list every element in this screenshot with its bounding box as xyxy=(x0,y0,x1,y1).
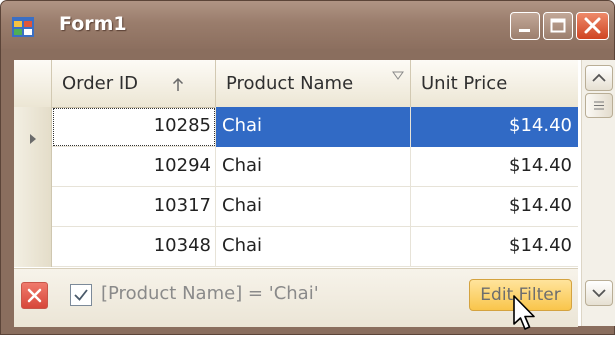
table-row[interactable]: 10294 Chai $14.40 xyxy=(14,147,578,187)
grid-control: Order ID Product Name Unit Price 10285 C… xyxy=(14,60,615,327)
close-icon xyxy=(27,288,42,303)
column-header-product-name[interactable]: Product Name xyxy=(216,60,411,107)
form1-window: Form1 Order ID Product Name Unit Price 1… xyxy=(0,0,615,335)
cell-order-id[interactable]: 10294 xyxy=(52,147,216,187)
window-title: Form1 xyxy=(59,13,127,35)
filter-panel: [Product Name] = 'Chai' Edit Filter xyxy=(14,268,578,327)
column-header-label: Order ID xyxy=(62,73,139,94)
cell-unit-price[interactable]: $14.40 xyxy=(411,227,578,267)
header-indicator-cell[interactable] xyxy=(14,60,52,107)
cell-unit-price[interactable]: $14.40 xyxy=(411,187,578,227)
cell-order-id[interactable]: 10317 xyxy=(52,187,216,227)
minimize-button[interactable] xyxy=(510,12,540,40)
title-bar[interactable]: Form1 xyxy=(1,1,614,49)
table-row[interactable]: 10317 Chai $14.40 xyxy=(14,187,578,227)
column-header-label: Unit Price xyxy=(421,73,508,94)
data-grid: Order ID Product Name Unit Price 10285 C… xyxy=(14,60,578,268)
scroll-down-button[interactable] xyxy=(585,280,613,306)
row-indicator[interactable] xyxy=(14,147,52,187)
row-indicator[interactable] xyxy=(14,227,52,267)
chevron-down-icon xyxy=(592,289,606,298)
sort-ascending-icon xyxy=(172,77,184,96)
cell-order-id[interactable]: 10285 xyxy=(52,107,216,147)
maximize-button[interactable] xyxy=(543,12,573,40)
cell-product-name[interactable]: Chai xyxy=(216,187,411,227)
column-header-unit-price[interactable]: Unit Price xyxy=(411,60,578,107)
cell-unit-price[interactable]: $14.40 xyxy=(411,147,578,187)
filter-expression[interactable]: [Product Name] = 'Chai' xyxy=(101,283,319,304)
chevron-up-icon xyxy=(592,73,606,82)
close-icon xyxy=(584,17,601,34)
column-filter-icon[interactable] xyxy=(392,66,404,85)
table-row[interactable]: 10348 Chai $14.40 xyxy=(14,227,578,267)
close-button[interactable] xyxy=(576,12,609,40)
row-indicator[interactable] xyxy=(14,107,52,147)
maximize-icon xyxy=(550,18,566,33)
column-header-label: Product Name xyxy=(226,73,354,94)
column-header-order-id[interactable]: Order ID xyxy=(52,60,216,107)
cell-order-id[interactable]: 10348 xyxy=(52,227,216,267)
clear-filter-button[interactable] xyxy=(21,282,48,309)
row-indicator[interactable] xyxy=(14,187,52,227)
filter-enabled-checkbox[interactable] xyxy=(70,284,92,306)
form-app-icon xyxy=(12,17,34,37)
cell-product-name[interactable]: Chai xyxy=(216,107,411,147)
checkmark-icon xyxy=(74,289,88,301)
cell-product-name[interactable]: Chai xyxy=(216,227,411,267)
minimize-icon xyxy=(519,29,530,32)
scroll-up-button[interactable] xyxy=(585,65,613,91)
mouse-pointer-icon xyxy=(512,295,538,337)
vertical-scrollbar[interactable] xyxy=(581,60,615,326)
column-header-row: Order ID Product Name Unit Price xyxy=(14,60,578,108)
grip-icon xyxy=(594,101,604,110)
cell-product-name[interactable]: Chai xyxy=(216,147,411,187)
table-row[interactable]: 10285 Chai $14.40 xyxy=(14,107,578,147)
scroll-thumb[interactable] xyxy=(585,93,613,118)
cell-unit-price[interactable]: $14.40 xyxy=(411,107,578,147)
